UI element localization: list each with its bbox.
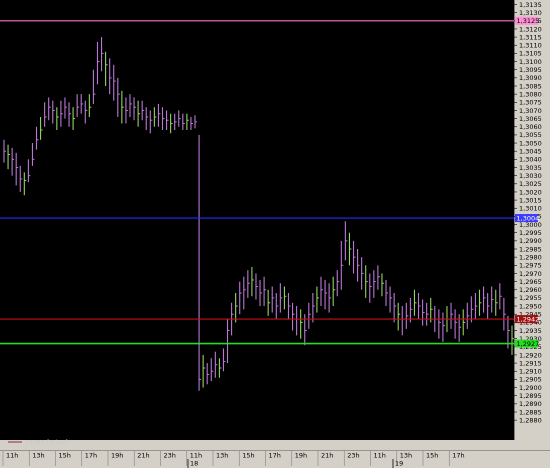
time-tick-label: 11h	[374, 452, 386, 460]
price-tick-label: 1,3080	[519, 90, 542, 98]
price-tick-label: 1,3110	[519, 42, 542, 50]
time-tick-label: 13h	[216, 452, 228, 460]
price-tick-label: 1,3105	[519, 50, 542, 58]
time-tick-label: 13h	[32, 452, 44, 460]
chart-window: 1,31351,31301,31251,31201,31151,31101,31…	[0, 0, 550, 468]
price-tick-label: 1,3120	[519, 25, 542, 33]
price-tick-label: 1,3015	[519, 196, 542, 204]
price-axis-ticks: 1,31351,31301,31251,31201,31151,31101,31…	[514, 1, 542, 424]
time-tick-label: 21h	[321, 452, 333, 460]
time-tick-label: 17h	[269, 452, 281, 460]
price-tick-label: 1,2995	[519, 229, 542, 237]
price-tick-label: 1,2915	[519, 359, 542, 367]
red-price-tag: 1,2942	[515, 315, 539, 323]
price-tick-label: 1,3055	[519, 131, 542, 139]
price-tick-label: 1,2955	[519, 294, 542, 302]
price-tick-label: 1,3045	[519, 148, 542, 156]
blue-price-tag: 1,3004	[515, 214, 539, 222]
price-tick-label: 1,2980	[519, 253, 542, 261]
price-tick-label: 1,3025	[519, 180, 542, 188]
price-tick-label: 1,2970	[519, 270, 542, 278]
price-tick-label: 1,3095	[519, 66, 542, 74]
price-tick-label: 1,3070	[519, 107, 542, 115]
price-tick-label: 1,2885	[519, 408, 542, 416]
price-tick-label: 1,2920	[519, 351, 542, 359]
magenta-price-tag: 1,3125	[515, 16, 540, 25]
price-tick-label: 1,3050	[519, 139, 542, 147]
legend-label: EDM3 [Price]	[26, 439, 68, 447]
price-tick-label: 1,2935	[519, 327, 542, 335]
price-tick-label: 1,3065	[519, 115, 542, 123]
price-tick-label: 1,3040	[519, 156, 542, 164]
price-tick-label: 1,2890	[519, 400, 542, 408]
time-tick-label: 17h	[85, 452, 97, 460]
time-tick-label: 15h	[59, 452, 71, 460]
price-tick-label: 1,2960	[519, 286, 542, 294]
time-tick-label: 11h	[190, 452, 202, 460]
price-chart[interactable]: 1,31351,31301,31251,31201,31151,31101,31…	[0, 0, 550, 468]
price-tick-label: 1,3085	[519, 82, 542, 90]
price-tick-label: 1,3035	[519, 164, 542, 172]
price-tick-label: 1,2910	[519, 368, 542, 376]
price-tick-label: 1,3075	[519, 99, 542, 107]
time-tick-label: 13h	[400, 452, 412, 460]
green-price-tag: 1,2927	[515, 339, 540, 348]
svg-text:1,3004: 1,3004	[517, 214, 540, 222]
time-tick-label: 19h	[295, 452, 307, 460]
price-tick-label: 1,3130	[519, 9, 542, 17]
price-tick-label: 1,3135	[519, 1, 542, 9]
price-tick-label: 1,2895	[519, 392, 542, 400]
price-tick-label: 1,2990	[519, 237, 542, 245]
price-tick-label: 1,2975	[519, 262, 542, 270]
date-label: 18	[190, 460, 198, 468]
svg-text:1,3125: 1,3125	[517, 17, 540, 25]
date-label: 19	[395, 460, 403, 468]
plot-area[interactable]	[0, 0, 514, 440]
time-tick-label: 23h	[164, 452, 176, 460]
price-tick-label: 1,3020	[519, 188, 542, 196]
price-tick-label: 1,2880	[519, 416, 542, 424]
price-tick-label: 1,3100	[519, 58, 542, 66]
price-tick-label: 1,3010	[519, 205, 542, 213]
price-tick-label: 1,2900	[519, 384, 542, 392]
time-tick-label: 21h	[137, 452, 149, 460]
svg-text:1,2942: 1,2942	[517, 315, 540, 323]
price-tick-label: 1,2950	[519, 302, 542, 310]
time-tick-label: 19h	[111, 452, 123, 460]
time-tick-label: 17h	[452, 452, 464, 460]
price-tick-label: 1,3030	[519, 172, 542, 180]
svg-text:1,2927: 1,2927	[517, 340, 540, 348]
price-tick-label: 1,3090	[519, 74, 542, 82]
price-tick-label: 1,3115	[519, 33, 542, 41]
time-tick-label: 11h	[6, 452, 18, 460]
time-tick-label: 15h	[426, 452, 438, 460]
price-tick-label: 1,2985	[519, 245, 542, 253]
time-tick-label: 15h	[242, 452, 254, 460]
price-tick-label: 1,2905	[519, 376, 542, 384]
price-tick-label: 1,3060	[519, 123, 542, 131]
price-tick-label: 1,2965	[519, 278, 542, 286]
time-tick-label: 23h	[347, 452, 359, 460]
